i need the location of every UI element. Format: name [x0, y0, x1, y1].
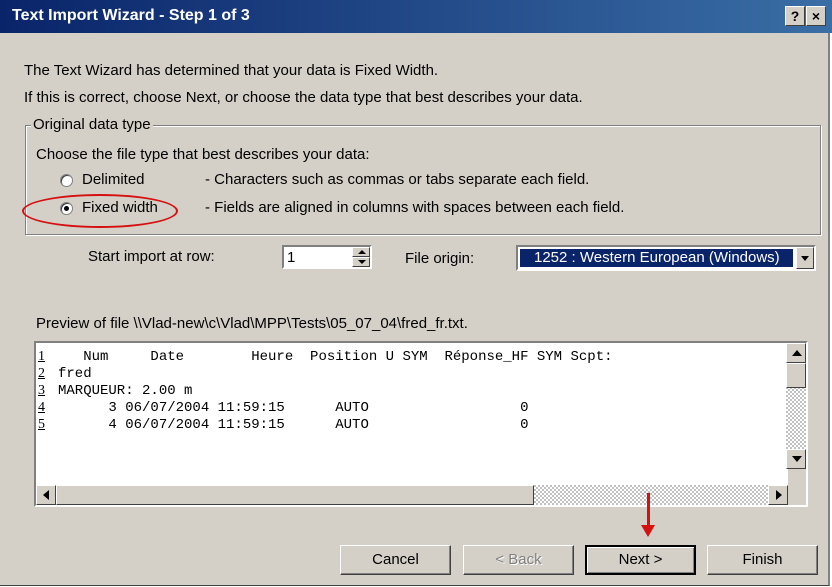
text-import-wizard-dialog: Text Import Wizard - Step 1 of 3 ? × The…: [0, 0, 832, 586]
cancel-button[interactable]: Cancel: [340, 545, 451, 575]
start-import-row-spinner[interactable]: 1: [282, 245, 372, 269]
title-bar: Text Import Wizard - Step 1 of 3 ? ×: [0, 0, 832, 33]
spinner-buttons: [352, 247, 370, 267]
scrollbar-corner: [788, 469, 806, 505]
row-number-column: 1 2 3 4 5: [36, 343, 54, 471]
delimited-label-text: Delimited: [82, 171, 145, 188]
file-origin-dropdown-button[interactable]: [796, 247, 814, 269]
start-import-row-value: 1: [287, 249, 296, 266]
scroll-left-button[interactable]: [36, 485, 56, 505]
preview-line: MARQUEUR: 2.00 m: [58, 383, 193, 399]
row-number: 3: [38, 383, 45, 398]
scroll-up-button[interactable]: [786, 343, 806, 363]
horizontal-scroll-track[interactable]: [534, 485, 768, 505]
scroll-down-button[interactable]: [786, 449, 806, 469]
intro-line-2: If this is correct, choose Next, or choo…: [24, 89, 583, 106]
row-number: 4: [38, 400, 45, 415]
spin-up-button[interactable]: [352, 247, 370, 257]
back-button[interactable]: < Back: [463, 545, 574, 575]
file-origin-selected-value: 1252 : Western European (Windows): [520, 249, 793, 267]
file-type-prompt: Choose the file type that best describes…: [36, 146, 370, 163]
delimited-description: - Characters such as commas or tabs sepa…: [205, 171, 590, 188]
window-title: Text Import Wizard - Step 1 of 3: [12, 7, 250, 24]
vertical-scrollbar[interactable]: [786, 343, 806, 469]
horizontal-scrollbar[interactable]: [36, 485, 788, 505]
vertical-scroll-thumb[interactable]: [786, 363, 806, 388]
intro-line-1: The Text Wizard has determined that your…: [24, 62, 439, 79]
file-origin-label: File origin:: [405, 250, 475, 267]
preview-label: Preview of file \\Vlad-new\c\Vlad\MPP\Te…: [36, 315, 468, 332]
row-number: 1: [38, 349, 45, 364]
red-arrow-head-annotation: [641, 525, 655, 537]
highlight-ellipse-annotation: [22, 194, 178, 228]
next-button[interactable]: Next >: [585, 545, 696, 575]
original-data-type-legend: Original data type: [31, 116, 153, 133]
row-number: 5: [38, 417, 45, 432]
preview-line: 3 06/07/2004 11:59:15 AUTO 0: [58, 400, 529, 416]
close-button[interactable]: ×: [806, 6, 826, 26]
fixed-width-description: - Fields are aligned in columns with spa…: [205, 199, 625, 216]
spin-down-button[interactable]: [352, 257, 370, 267]
delimited-label[interactable]: Delimited: [82, 171, 145, 188]
red-arrow-annotation: [647, 493, 650, 527]
file-origin-select[interactable]: 1252 : Western European (Windows): [516, 245, 816, 271]
preview-line: 4 06/07/2004 11:59:15 AUTO 0: [58, 417, 529, 433]
horizontal-scroll-thumb[interactable]: [56, 485, 534, 505]
start-import-row-label: Start import at row:: [88, 248, 215, 265]
finish-button[interactable]: Finish: [707, 545, 818, 575]
file-preview-pane[interactable]: 1 2 3 4 5 Num Date Heure Position U SYM …: [34, 341, 808, 507]
help-button[interactable]: ?: [785, 6, 805, 26]
delimited-radio[interactable]: [60, 174, 73, 187]
preview-line: fred: [58, 366, 92, 382]
scroll-right-button[interactable]: [768, 485, 788, 505]
preview-line: Num Date Heure Position U SYM Réponse_HF…: [58, 349, 613, 365]
row-number: 2: [38, 366, 45, 381]
